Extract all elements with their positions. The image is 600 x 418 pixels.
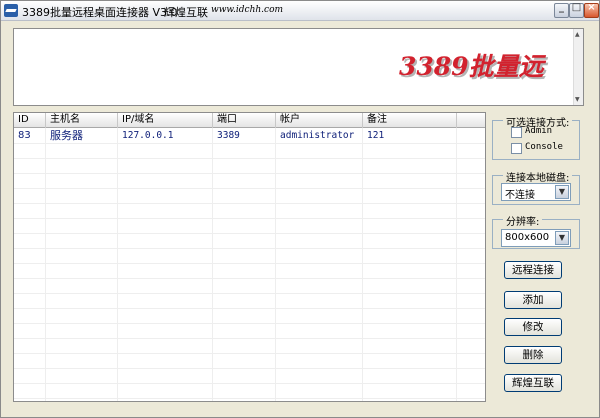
list-header: ID 主机名 IP/域名 端口 帐户 备注: [14, 113, 485, 128]
row-divider: [14, 293, 485, 294]
close-icon: ×: [587, 2, 596, 13]
row-divider: [14, 278, 485, 279]
row-divider: [14, 263, 485, 264]
resolution-group: 分辨率: 800x600 ▼: [492, 213, 580, 249]
column-divider: [456, 128, 457, 401]
delete-button[interactable]: 删除: [504, 346, 562, 364]
column-header-id[interactable]: ID: [14, 113, 46, 128]
column-header-port[interactable]: 端口: [213, 113, 276, 128]
row-divider: [14, 308, 485, 309]
row-divider: [14, 338, 485, 339]
scroll-up-icon[interactable]: ▲: [575, 31, 580, 38]
add-button[interactable]: 添加: [504, 291, 562, 309]
minimize-button[interactable]: _: [554, 2, 569, 18]
row-divider: [14, 248, 485, 249]
column-header-ip[interactable]: IP/域名: [118, 113, 213, 128]
column-header-note[interactable]: 备注: [363, 113, 457, 128]
row-divider: [14, 233, 485, 234]
row-divider: [14, 158, 485, 159]
row-divider: [14, 173, 485, 174]
cell-id: 83: [18, 130, 31, 141]
console-checkbox[interactable]: [511, 143, 522, 154]
column-header-account[interactable]: 帐户: [276, 113, 363, 128]
connect-mode-group: 可选连接方式: Admin Console: [492, 114, 580, 160]
title-brand: 辉煌互联: [164, 6, 208, 19]
edit-button[interactable]: 修改: [504, 318, 562, 336]
row-divider: [14, 398, 485, 399]
column-divider: [275, 128, 276, 401]
server-list[interactable]: ID 主机名 IP/域名 端口 帐户 备注 83 服务器 127.0.0.1 3…: [13, 112, 486, 402]
row-divider: [14, 203, 485, 204]
window-title: 3389批量远程桌面连接器 V3.0: [22, 6, 178, 19]
column-header-host[interactable]: 主机名: [46, 113, 118, 128]
row-divider: [14, 323, 485, 324]
row-divider: [14, 353, 485, 354]
column-divider: [117, 128, 118, 401]
chevron-down-icon[interactable]: ▼: [555, 185, 569, 199]
cell-note: 121: [367, 130, 385, 141]
cell-port: 3389: [217, 130, 240, 141]
maximize-icon: □: [571, 2, 582, 13]
row-divider: [14, 383, 485, 384]
row-divider: [14, 368, 485, 369]
close-button[interactable]: ×: [584, 2, 599, 18]
table-row[interactable]: 83 服务器 127.0.0.1 3389 administrator 121: [14, 128, 485, 143]
resolution-value: 800x600: [505, 232, 550, 243]
local-disk-select[interactable]: 不连接 ▼: [501, 183, 571, 201]
maximize-button[interactable]: □: [569, 2, 584, 18]
local-disk-group: 连接本地磁盘: 不连接 ▼: [492, 169, 580, 205]
banner-text: 3389批量远: [399, 52, 544, 81]
row-divider: [14, 188, 485, 189]
cell-ip: 127.0.0.1: [122, 130, 174, 141]
cell-account: administrator: [280, 130, 355, 141]
cell-host: 服务器: [50, 129, 83, 142]
banner-panel: 3389批量远 ▲ ▼: [13, 28, 584, 106]
main-window: 3389批量远程桌面连接器 V3.0 辉煌互联 www.idchh.com _ …: [0, 0, 600, 418]
title-bar[interactable]: 3389批量远程桌面连接器 V3.0 辉煌互联 www.idchh.com _ …: [1, 1, 599, 21]
admin-checkbox[interactable]: [511, 127, 522, 138]
chevron-down-icon[interactable]: ▼: [555, 231, 569, 245]
app-icon: [4, 4, 18, 17]
resolution-title: 分辨率:: [503, 213, 543, 228]
admin-label: Admin: [525, 126, 553, 136]
local-disk-title: 连接本地磁盘:: [503, 169, 573, 184]
banner-scrollbar[interactable]: ▲ ▼: [573, 29, 583, 105]
row-divider: [14, 143, 485, 144]
scroll-down-icon[interactable]: ▼: [575, 96, 580, 103]
remote-connect-button[interactable]: 远程连接: [504, 261, 562, 279]
minimize-icon: _: [559, 2, 564, 13]
title-url: www.idchh.com: [211, 5, 284, 15]
resolution-select[interactable]: 800x600 ▼: [501, 229, 571, 247]
brand-button[interactable]: 辉煌互联: [504, 374, 562, 392]
console-label: Console: [525, 142, 563, 152]
column-divider: [362, 128, 363, 401]
column-divider: [212, 128, 213, 401]
column-divider: [45, 128, 46, 401]
row-divider: [14, 218, 485, 219]
local-disk-value: 不连接: [505, 190, 535, 201]
